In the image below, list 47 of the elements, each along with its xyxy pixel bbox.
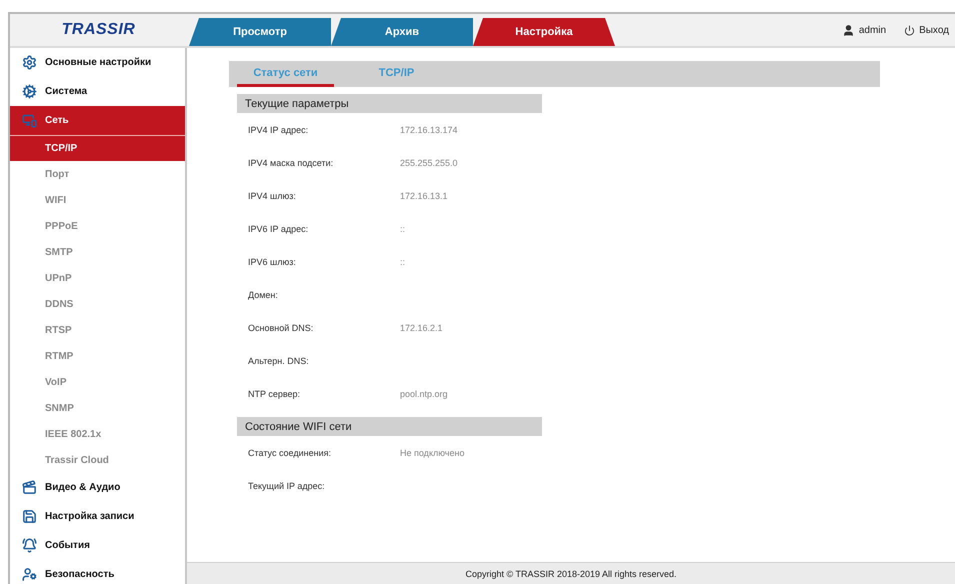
- field-value: pool.ntp.org: [400, 388, 448, 398]
- field-label: IPV4 шлюз:: [248, 190, 297, 200]
- sub-tab[interactable]: Статус сети: [237, 61, 334, 87]
- field-label: Статус соединения:: [248, 448, 332, 458]
- bell-icon: [22, 538, 37, 553]
- sidebar-item-label: Настройка записи: [45, 511, 134, 522]
- monitor-icon: [22, 113, 37, 128]
- field-label: Текущий IP адрес:: [248, 480, 326, 490]
- field-value: 172.16.13.1: [400, 190, 448, 200]
- field-label: Домен:: [248, 290, 279, 300]
- sidebar-subitem[interactable]: TCP/IP: [10, 135, 185, 161]
- field-value: 255.255.255.0: [400, 158, 458, 168]
- nav-tab[interactable]: Просмотр: [189, 18, 331, 46]
- field-label: IPV4 IP адрес:: [248, 124, 310, 134]
- sidebar-item-label: Система: [45, 86, 88, 97]
- nav-tab[interactable]: Настройка: [473, 18, 615, 46]
- logout-button[interactable]: Выход: [904, 24, 949, 36]
- field-value: ::: [400, 256, 406, 266]
- field-label: Основной DNS:: [248, 322, 314, 332]
- field-value: ::: [400, 224, 406, 234]
- logo: TRASSIR: [62, 21, 136, 39]
- user-icon: [842, 24, 855, 36]
- field-label: Альтерн. DNS:: [248, 356, 310, 366]
- field-label: IPV4 маска подсети:: [248, 158, 334, 168]
- power-icon: [904, 24, 916, 36]
- sidebar-item-label: Основные настройки: [45, 57, 152, 68]
- gear-icon: [22, 55, 37, 70]
- user-gear-icon: [22, 567, 37, 582]
- field-label: IPV6 шлюз:: [248, 256, 297, 266]
- sub-tab[interactable]: TCP/IP: [348, 61, 445, 87]
- field-label: IPV6 IP адрес:: [248, 224, 310, 234]
- sidebar-item-label: Безопасность: [45, 569, 114, 580]
- sidebar-item-label: Видео & Аудио: [45, 482, 120, 493]
- field-value: Не подключено: [400, 448, 464, 458]
- sidebar-item-label: События: [45, 540, 90, 551]
- section-header: Текущие параметры: [237, 94, 542, 113]
- field-label: NTP сервер:: [248, 388, 302, 398]
- sidebar-item-label: Сеть: [45, 115, 69, 126]
- sidebar-item[interactable]: Сеть: [10, 106, 185, 135]
- footer: Copyright © TRASSIR 2018-2019 All rights reserved.: [187, 562, 955, 584]
- field-value: 172.16.13.174: [400, 124, 458, 134]
- gear-icon: [22, 84, 37, 99]
- nav-tab[interactable]: Архив: [331, 18, 473, 46]
- field-value: 172.16.2.1: [400, 322, 443, 332]
- clapperboard-icon: [22, 480, 37, 495]
- user-button[interactable]: admin: [842, 24, 886, 36]
- section-header: Состояние WIFI сети: [237, 417, 542, 436]
